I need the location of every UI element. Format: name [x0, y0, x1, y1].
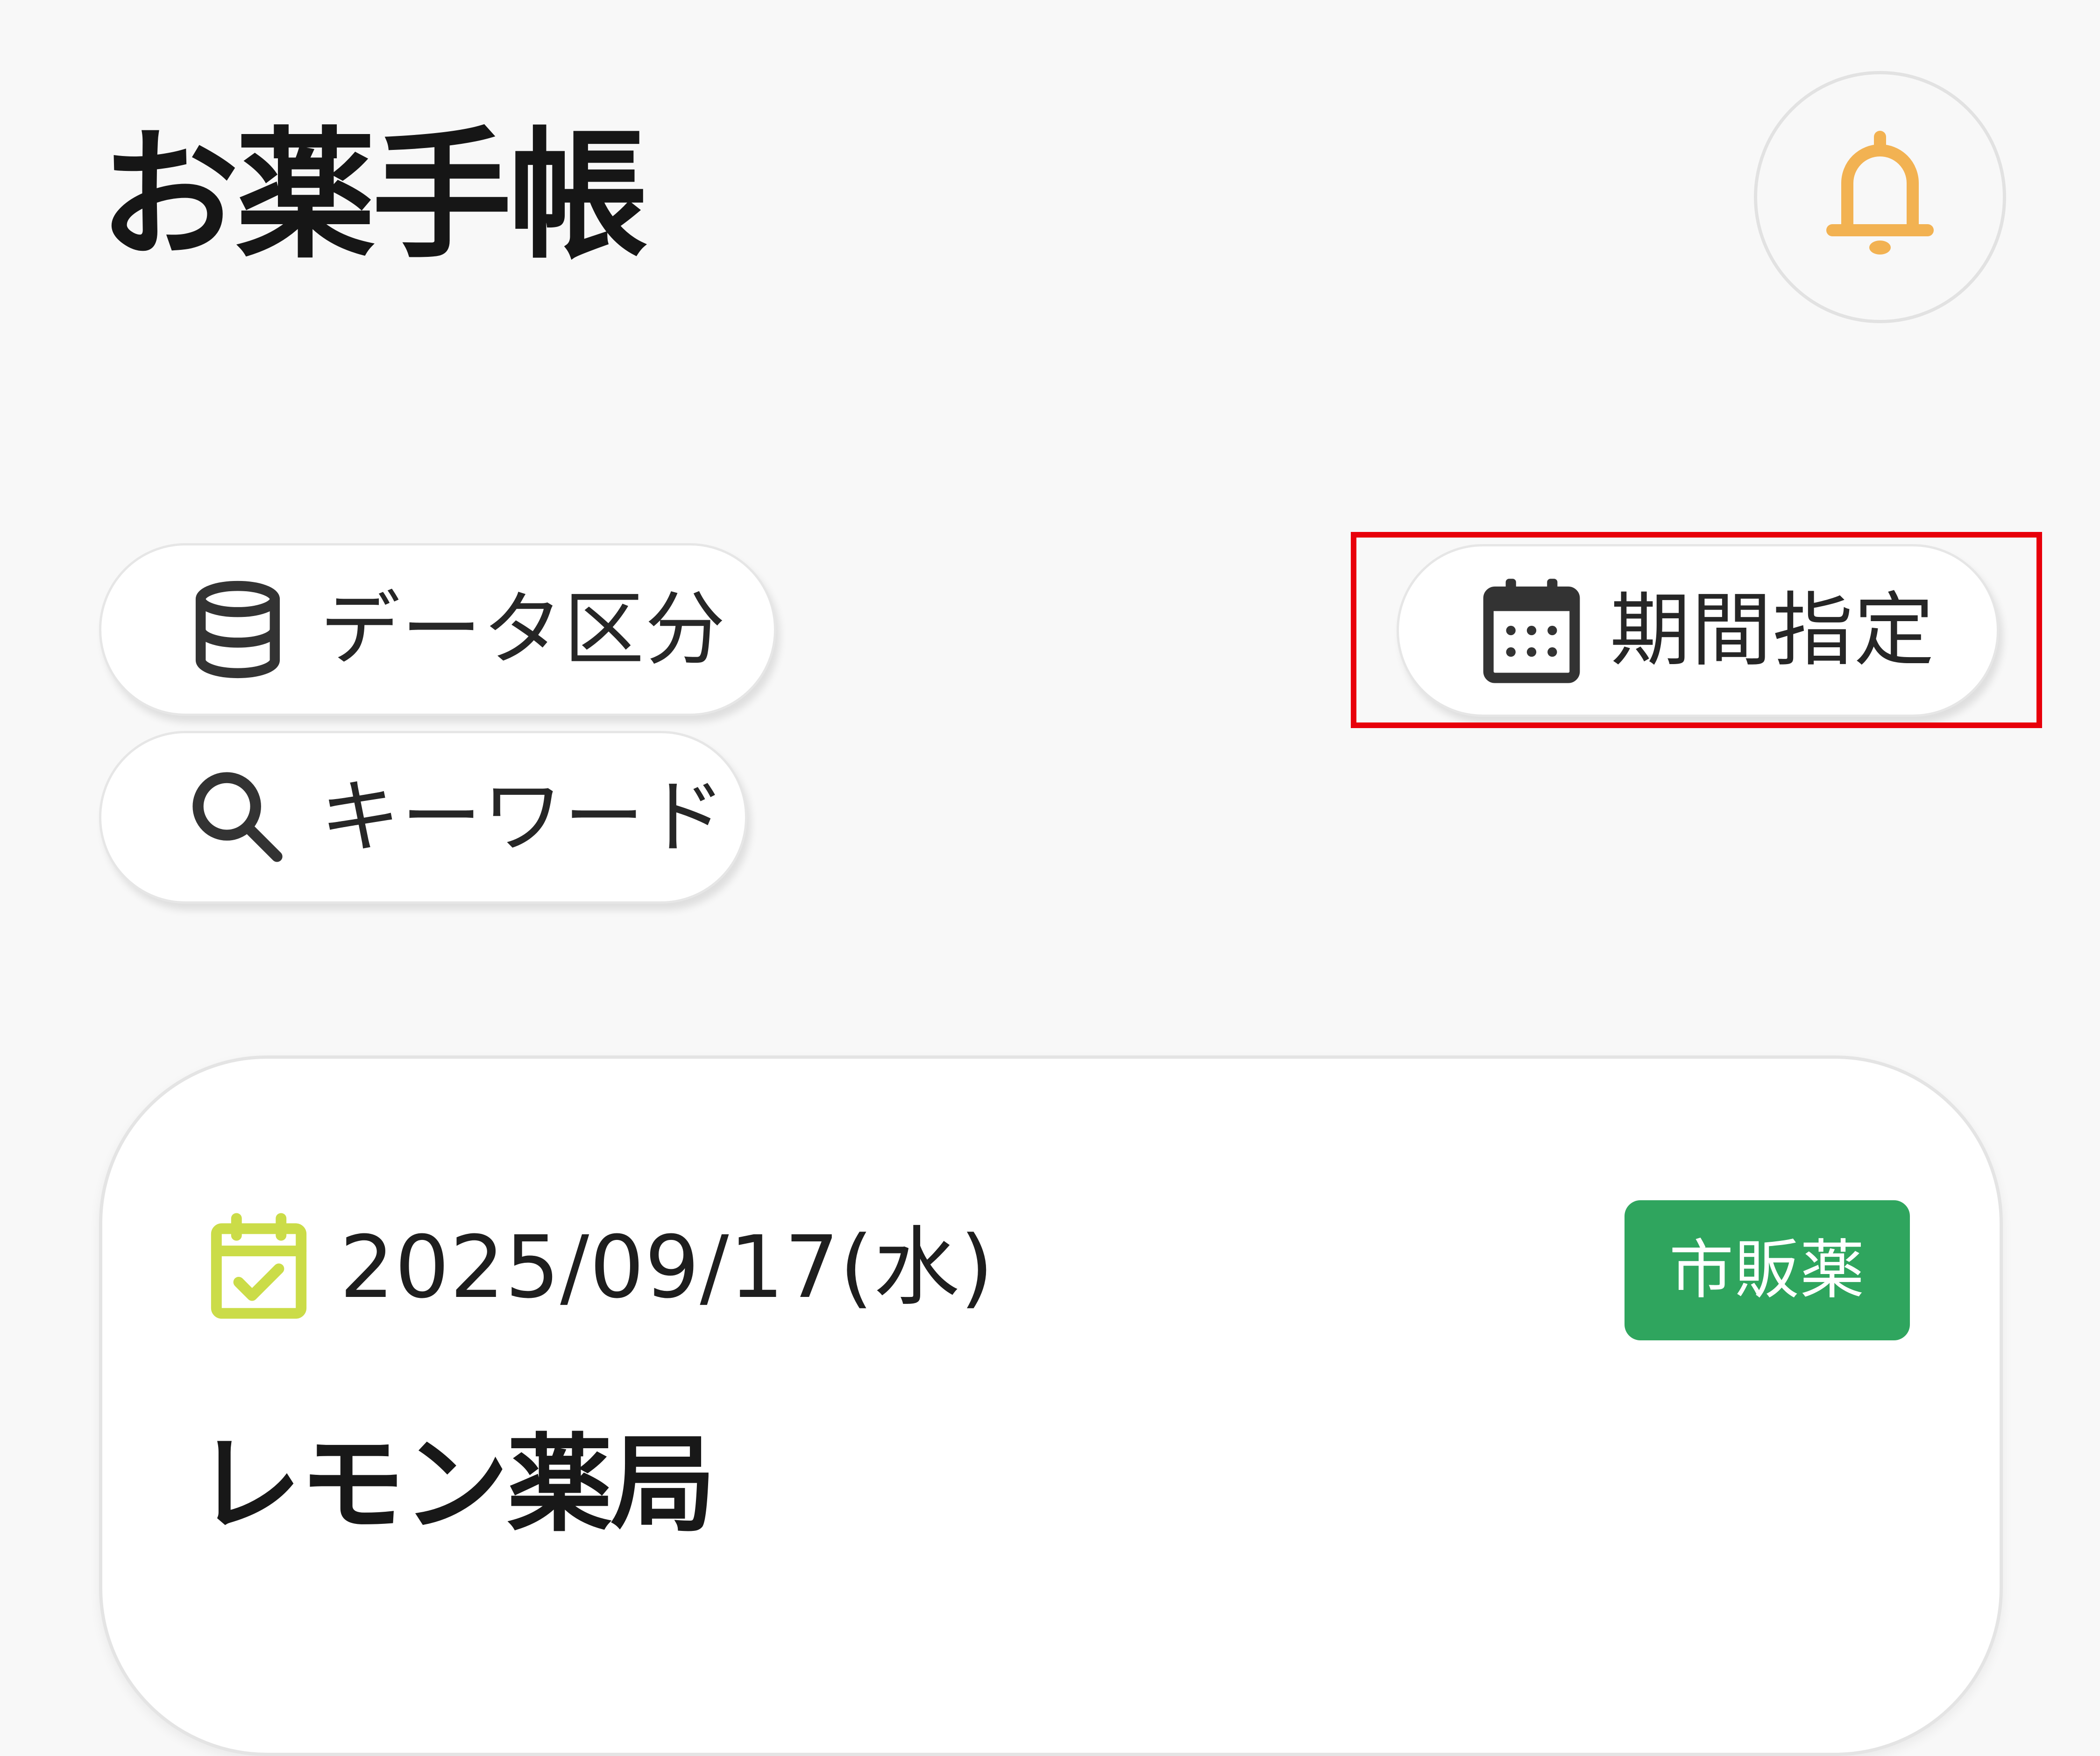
medication-record-card[interactable]: 2025/09/17(水) 市販薬 レモン薬局 [99, 1055, 2003, 1756]
data-category-filter-button[interactable]: データ区分 [99, 543, 776, 716]
notification-button[interactable] [1754, 71, 2006, 323]
period-filter-button[interactable]: 期間指定 [1397, 544, 1999, 717]
keyword-filter-button[interactable]: キーワード [99, 731, 747, 904]
calendar-check-icon [210, 1213, 308, 1320]
pharmacy-name: レモン薬局 [196, 1423, 716, 1546]
bell-icon [1826, 131, 1934, 255]
keyword-label: キーワード [320, 770, 726, 864]
database-icon [185, 577, 290, 682]
period-label: 期間指定 [1610, 583, 1935, 677]
page-title: お薬手帳 [99, 114, 648, 277]
category-badge: 市販薬 [1625, 1200, 1910, 1340]
data-category-label: データ区分 [320, 582, 726, 676]
calendar-icon [1479, 574, 1584, 687]
search-icon [185, 765, 290, 870]
record-date: 2025/09/17(水) [340, 1218, 994, 1317]
